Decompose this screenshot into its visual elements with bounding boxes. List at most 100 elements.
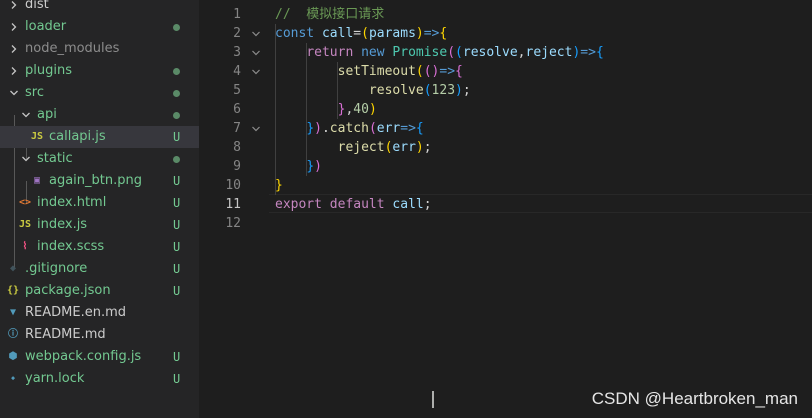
- git-status-badge: U: [173, 174, 181, 188]
- git-modified-dot: [173, 112, 180, 119]
- code-token: ,: [517, 45, 526, 60]
- explorer-item-dist[interactable]: dist: [0, 0, 199, 16]
- explorer-item-readme-en-md[interactable]: ▼ README.en.md: [0, 302, 199, 324]
- explorer-item-readme-md[interactable]: ⓘ README.md: [0, 324, 199, 346]
- git-status-badge: U: [173, 284, 181, 298]
- markdown-file-icon: ▼: [9, 307, 17, 318]
- explorer-item-label: .gitignore: [25, 261, 88, 276]
- code-line[interactable]: return new Promise((resolve,reject)=>{: [275, 43, 604, 62]
- explorer-sidebar: dist loader node_modulesplugins src api JS cal…: [0, 0, 199, 418]
- explorer-item-again-btn-png[interactable]: ▣ again_btn.png U: [0, 170, 199, 192]
- explorer-item-label: api: [37, 107, 57, 122]
- explorer-item-label: index.js: [37, 217, 88, 232]
- explorer-item-label: index.scss: [37, 239, 105, 254]
- explorer-item-label: static: [37, 151, 73, 166]
- git-modified-dot: [173, 68, 180, 75]
- explorer-item-label: src: [25, 85, 44, 100]
- explorer-item--gitignore[interactable]: ◆ .gitignore U: [0, 258, 199, 280]
- explorer-item-index-js[interactable]: JS index.js U: [0, 214, 199, 236]
- explorer-item-package-json[interactable]: {} package.json U: [0, 280, 199, 302]
- line-number: 2: [233, 26, 241, 41]
- code-line[interactable]: },40): [275, 100, 377, 119]
- code-token: =>: [400, 121, 416, 136]
- code-token: call: [392, 197, 424, 212]
- code-line[interactable]: }: [275, 176, 283, 195]
- code-token: ): [415, 26, 424, 41]
- code-line[interactable]: setTimeout(()=>{: [275, 62, 463, 81]
- javascript-file-icon: JS: [18, 219, 32, 230]
- chevron-down-icon[interactable]: [20, 148, 32, 170]
- git-status-badge: U: [173, 196, 181, 210]
- code-token: }: [275, 178, 283, 193]
- explorer-item-src[interactable]: src: [0, 82, 199, 104]
- explorer-item-label: node_modules: [25, 41, 120, 56]
- code-token: // 模拟接口请求: [275, 7, 385, 22]
- code-token: 40: [353, 102, 369, 117]
- line-number: 5: [233, 83, 241, 98]
- git-status-badge: U: [173, 240, 181, 254]
- explorer-item-label: index.html: [37, 195, 107, 210]
- chevron-right-icon[interactable]: [8, 38, 20, 60]
- code-token: (: [415, 64, 424, 79]
- chevron-down-icon[interactable]: [20, 104, 32, 126]
- code-token: {: [455, 64, 463, 79]
- watermark: CSDN @Heartbroken_man: [591, 389, 798, 408]
- explorer-item-label: loader: [25, 19, 67, 34]
- code-token: .: [321, 121, 330, 136]
- code-token: }: [306, 159, 315, 174]
- chevron-down-icon[interactable]: [8, 82, 20, 104]
- chevron-right-icon[interactable]: [8, 60, 20, 82]
- webpack-file-icon: ⬢: [8, 351, 18, 362]
- code-token: ;: [462, 83, 471, 98]
- explorer-item-api[interactable]: api: [0, 104, 199, 126]
- code-token: ): [415, 140, 424, 155]
- code-token: =>: [580, 45, 596, 60]
- code-line[interactable]: reject(err);: [275, 138, 432, 157]
- code-token: ): [314, 121, 322, 136]
- explorer-item-callapi-js[interactable]: JS callapi.js U: [0, 126, 199, 148]
- code-token: 123: [431, 83, 456, 98]
- chevron-right-icon[interactable]: [8, 0, 20, 16]
- code-line[interactable]: resolve(123);: [275, 81, 471, 100]
- code-token: (: [423, 83, 432, 98]
- code-line[interactable]: }).catch(err=>{: [275, 119, 424, 138]
- fold-chevron-icon[interactable]: [249, 119, 263, 138]
- line-number: 10: [225, 178, 241, 193]
- explorer-item-label: dist: [25, 0, 49, 12]
- code-token: =>: [423, 26, 440, 41]
- code-token: (: [447, 45, 456, 60]
- code-line[interactable]: }): [275, 157, 322, 176]
- code-line[interactable]: export default call;: [275, 195, 434, 408]
- line-number: 3: [233, 45, 241, 60]
- fold-chevron-icon[interactable]: [249, 24, 263, 43]
- code-token: resolve: [462, 45, 518, 60]
- code-line[interactable]: const call=(params)=>{: [275, 24, 447, 43]
- git-modified-dot: [173, 156, 180, 163]
- code-token: ): [368, 102, 377, 117]
- line-number: 12: [225, 216, 241, 231]
- explorer-item-yarn-lock[interactable]: ⬩ yarn.lock U: [0, 368, 199, 390]
- code-token: {: [595, 45, 604, 60]
- code-token: ): [314, 159, 322, 174]
- explorer-item-webpack-config-js[interactable]: ⬢ webpack.config.js U: [0, 346, 199, 368]
- info-file-icon: ⓘ: [8, 329, 18, 340]
- explorer-item-loader[interactable]: loader: [0, 16, 199, 38]
- fold-chevron-icon[interactable]: [249, 62, 263, 81]
- git-status-badge: U: [173, 218, 181, 232]
- explorer-item-static[interactable]: static: [0, 148, 199, 170]
- explorer-item-index-scss[interactable]: ⌇ index.scss U: [0, 236, 199, 258]
- explorer-item-plugins[interactable]: plugins: [0, 60, 199, 82]
- code-editor[interactable]: 1// 模拟接口请求 2 const call=(params)=>{3 retur…: [199, 0, 812, 418]
- code-line[interactable]: // 模拟接口请求: [275, 5, 384, 24]
- code-token: ;: [423, 197, 432, 212]
- code-token: =>: [439, 64, 456, 79]
- line-number: 7: [233, 121, 241, 136]
- fold-chevron-icon[interactable]: [249, 43, 263, 62]
- explorer-item-index-html[interactable]: <> index.html U: [0, 192, 199, 214]
- code-token: {: [415, 121, 424, 136]
- explorer-item-node-modules[interactable]: node_modules: [0, 38, 199, 60]
- chevron-right-icon[interactable]: [8, 16, 20, 38]
- code-token: resolve: [368, 83, 424, 98]
